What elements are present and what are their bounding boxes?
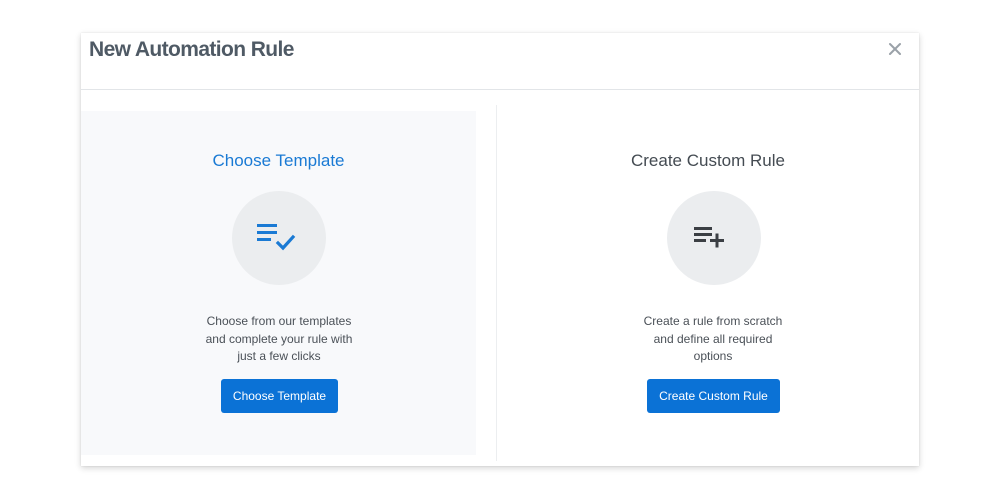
description-line: Create a rule from scratch: [643, 314, 783, 328]
choose-template-icon-circle: [232, 191, 326, 285]
description-line: and define all required: [653, 331, 773, 346]
dialog-header: New Automation Rule: [81, 33, 919, 90]
choose-template-button[interactable]: Choose Template: [221, 379, 338, 413]
dialog-title: New Automation Rule: [89, 38, 294, 61]
description-line: Choose from our templates: [206, 314, 352, 328]
description-line: just a few clicks: [237, 349, 321, 363]
choose-template-heading: Choose Template: [212, 151, 345, 170]
choose-template-description: Choose from our templates and complete y…: [191, 313, 367, 366]
list-add-icon: [694, 227, 724, 248]
close-icon: [889, 43, 901, 55]
close-button[interactable]: [885, 39, 905, 59]
description-line: options: [693, 349, 733, 363]
create-custom-rule-heading: Create Custom Rule: [630, 151, 785, 170]
create-custom-rule-icon-circle: [667, 191, 761, 285]
create-custom-rule-button[interactable]: Create Custom Rule: [647, 379, 780, 413]
new-automation-rule-dialog: New Automation Rule Choose Template Choo…: [81, 33, 919, 466]
list-check-icon: [257, 224, 296, 251]
create-custom-rule-option[interactable]: Create Custom Rule Create a rule from sc…: [497, 111, 919, 455]
choose-template-option[interactable]: Choose Template Choose from our template…: [81, 111, 476, 455]
create-custom-rule-description: Create a rule from scratch and define al…: [633, 313, 793, 366]
description-line: and complete your rule with: [205, 331, 353, 346]
